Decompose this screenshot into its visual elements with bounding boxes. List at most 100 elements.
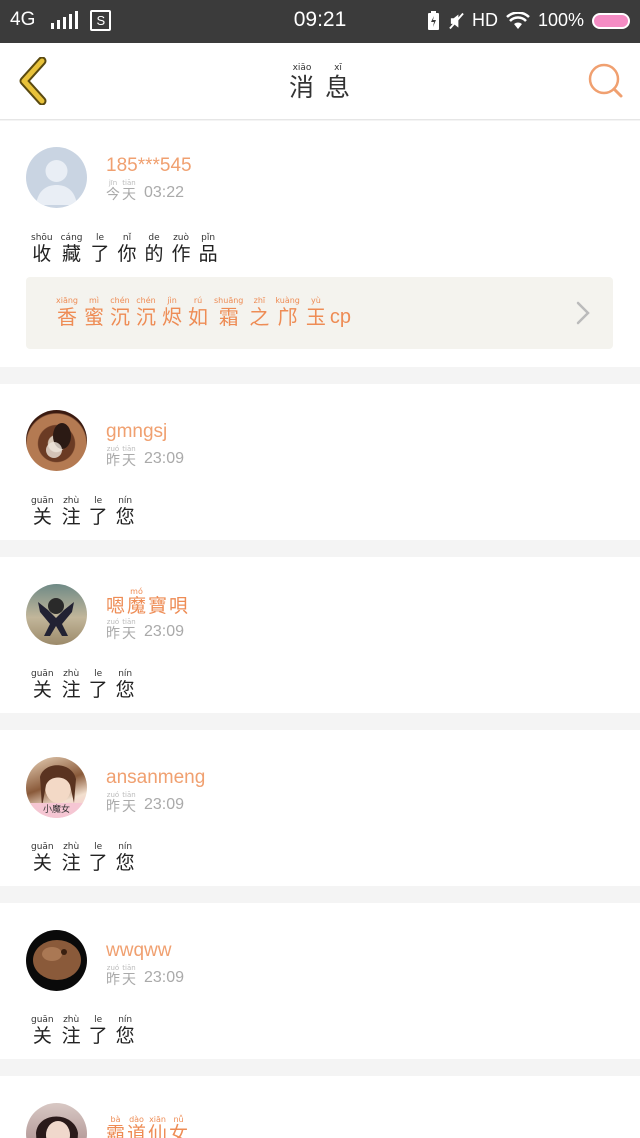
- action-char: 您: [115, 1025, 135, 1047]
- action-char: 收: [32, 243, 52, 265]
- action-char: 关: [32, 506, 52, 528]
- action-char: 注: [61, 852, 81, 874]
- timestamp: jīn 今 tiān 天 03:22: [106, 179, 184, 203]
- username-char: 女: [169, 1124, 189, 1138]
- username-char: 仙: [148, 1124, 168, 1138]
- action-char: 品: [198, 243, 218, 265]
- wifi-icon: [506, 11, 530, 29]
- action-char: 关: [32, 679, 52, 701]
- username-char: 道: [127, 1124, 147, 1138]
- top-bar: xiāo 消 xī 息: [0, 43, 640, 120]
- action-char: 藏: [62, 243, 82, 265]
- time-text: 23:09: [144, 450, 185, 468]
- work-char: 沉: [110, 305, 131, 329]
- action-char: 作: [171, 243, 191, 265]
- day-char: 天: [122, 187, 136, 203]
- work-char: 蜜: [84, 305, 105, 329]
- work-suffix: cp: [329, 306, 352, 328]
- avatar-image: [46, 423, 71, 458]
- action-char: 了: [88, 852, 108, 874]
- battery-saver-icon: [427, 10, 439, 30]
- message-card[interactable]: wwqww zuó 昨 tiān 天 23:09 guān 关 zhù 注 le 了 ní…: [0, 903, 640, 1059]
- avatar-image: [38, 598, 74, 636]
- action-text: shōu 收 cáng 藏 le 了 nǐ 你 de 的 zuò 作 pǐn 品: [28, 225, 221, 265]
- action-char: 注: [61, 506, 81, 528]
- day-char: 昨: [106, 626, 120, 642]
- action-char: 你: [117, 243, 137, 265]
- action-char: 您: [115, 852, 135, 874]
- page-title: xiāo 消 xī 息: [0, 55, 640, 102]
- avatar[interactable]: [26, 1103, 87, 1138]
- chevron-right-icon: [576, 301, 590, 325]
- action-char: 注: [61, 679, 81, 701]
- work-char: 霜: [218, 305, 239, 329]
- action-char: 了: [90, 243, 110, 265]
- timestamp: zuó 昨 tiān 天 23:09: [106, 791, 184, 815]
- avatar-image: [36, 1116, 78, 1138]
- search-icon[interactable]: [586, 61, 626, 101]
- day-char: 天: [122, 626, 136, 642]
- time-text: 23:09: [144, 623, 185, 641]
- action-char: 注: [61, 1025, 81, 1047]
- default-avatar-icon: [36, 160, 77, 205]
- message-card[interactable]: 小魔女 ansanmeng zuó 昨 tiān 天 23:09 guān 关 zhù…: [0, 730, 640, 886]
- username[interactable]: wwqww: [106, 940, 171, 962]
- message-card[interactable]: gmngsj zuó 昨 tiān 天 23:09 guān 关 zhù 注 le 了 n…: [0, 384, 640, 540]
- work-link[interactable]: xiāng 香 mì 蜜 chén 沉 chén 沉 jìn 烬 rú 如 shuāng 霜 …: [26, 277, 613, 349]
- time-text: 23:09: [144, 796, 185, 814]
- action-text: guān 关 zhù 注 le 了 nín 您: [28, 834, 138, 874]
- action-text: guān 关 zhù 注 le 了 nín 您: [28, 1007, 138, 1047]
- action-char: 您: [115, 679, 135, 701]
- time-text: 03:22: [144, 184, 185, 202]
- work-char: 香: [57, 305, 77, 329]
- battery-icon: [592, 12, 630, 29]
- action-text: guān 关 zhù 注 le 了 nín 您: [28, 488, 138, 528]
- action-char: 了: [88, 506, 108, 528]
- action-char: 关: [32, 852, 52, 874]
- username[interactable]: 嗯 mó 魔 寶 唄: [106, 581, 188, 618]
- day-char: 天: [122, 799, 136, 815]
- timestamp: zuó 昨 tiān 天 23:09: [106, 618, 184, 642]
- username-char: 寶: [148, 596, 168, 617]
- day-char: 昨: [106, 453, 120, 469]
- work-char: 玉: [305, 305, 326, 329]
- username-char: 唄: [169, 596, 189, 617]
- username[interactable]: 185***545: [106, 155, 192, 177]
- avatar[interactable]: [26, 410, 87, 471]
- username[interactable]: ansanmeng: [106, 767, 205, 789]
- timestamp: zuó 昨 tiān 天 23:09: [106, 445, 184, 469]
- time-text: 23:09: [144, 969, 185, 987]
- hd-label: HD: [471, 10, 498, 30]
- action-char: 了: [88, 1025, 108, 1047]
- username-char: 霸: [106, 1124, 126, 1138]
- battery-label: 100%: [537, 10, 584, 30]
- title-char: 消: [288, 73, 315, 102]
- work-char: 如: [188, 305, 209, 329]
- work-char: 邝: [277, 305, 298, 329]
- action-text: guān 关 zhù 注 le 了 nín 您: [28, 661, 138, 701]
- username[interactable]: bà 霸 dào 道 xiān 仙 nǚ 女: [106, 1106, 188, 1138]
- avatar[interactable]: [26, 147, 87, 208]
- status-bar: 4G S 09:21 HD 100%: [0, 0, 640, 43]
- work-char: 之: [249, 305, 270, 329]
- avatar[interactable]: [26, 584, 87, 645]
- day-char: 今: [106, 187, 120, 203]
- day-char: 天: [122, 972, 136, 988]
- avatar[interactable]: 小魔女: [26, 757, 87, 818]
- work-char: 沉: [136, 305, 157, 329]
- message-card[interactable]: 185***545 jīn 今 tiān 天 03:22 shōu 收 cáng 藏 l…: [0, 121, 640, 367]
- message-card[interactable]: 嗯 mó 魔 寶 唄 zuó 昨 tiān 天 23:09 guān 关 zhù 注 le…: [0, 557, 640, 713]
- action-char: 关: [32, 1025, 52, 1047]
- avatar-image: [33, 940, 81, 980]
- message-card[interactable]: bà 霸 dào 道 xiān 仙 nǚ 女: [0, 1076, 640, 1138]
- username[interactable]: gmngsj: [106, 421, 167, 443]
- avatar-caption: 小魔女: [42, 805, 70, 815]
- day-char: 昨: [106, 799, 120, 815]
- work-char: 烬: [162, 305, 183, 329]
- timestamp: zuó 昨 tiān 天 23:09: [106, 964, 184, 988]
- username-char: 魔: [127, 596, 147, 617]
- mute-icon: [449, 12, 464, 29]
- avatar[interactable]: [26, 930, 87, 991]
- action-char: 的: [144, 243, 164, 265]
- action-char: 了: [88, 679, 108, 701]
